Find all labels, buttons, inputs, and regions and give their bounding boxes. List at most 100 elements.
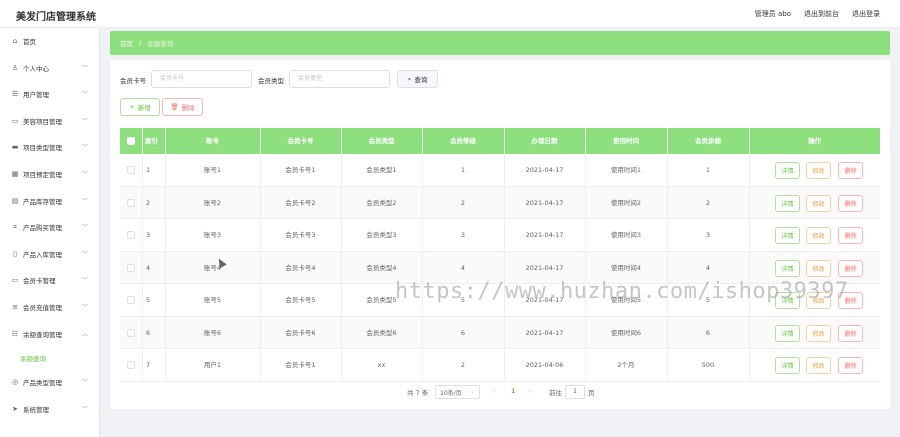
table-cell: 4: [460, 263, 466, 272]
table-row: 3 账号3 会员卡号3 会员类型3 3 2021-04-17 使用时间3 3 详情 修改 删除: [120, 219, 880, 252]
breadcrumb-current: 余额查询: [147, 40, 174, 48]
detail-button[interactable]: 详情: [775, 292, 800, 309]
select-all-checkbox[interactable]: [127, 137, 135, 145]
sidebar-item[interactable]: ▯ 产品入库管理 ﹀: [0, 241, 100, 267]
to-frontend-link[interactable]: 退出到前台: [804, 9, 839, 19]
table-cell: 使用时间5: [610, 296, 642, 304]
table-cell: 会员类型6: [366, 328, 397, 337]
table-row: 1 账号1 会员卡号1 会员类型1 1 2021-04-17 使用时间1 1 详情 修改 删除: [120, 154, 880, 187]
delete-button[interactable]: 删除: [838, 194, 863, 212]
edit-button[interactable]: 修改: [806, 227, 831, 244]
edit-button[interactable]: 修改: [806, 259, 831, 277]
edit-button[interactable]: 修改: [806, 162, 831, 179]
table-cell: 4: [146, 263, 151, 272]
query-button[interactable]: ⌕ 查询: [397, 70, 438, 88]
sidebar-item[interactable]: ⌗ 产品购买管理 ﹀: [0, 214, 100, 240]
chevron-down-icon: ﹀: [81, 171, 88, 178]
sidebar-item[interactable]: ≡ 会员充值管理 ﹀: [0, 294, 100, 320]
chevron-down-icon: ﹀: [81, 277, 88, 285]
detail-button[interactable]: 详情: [775, 227, 800, 244]
delete-button[interactable]: 删除: [838, 227, 863, 244]
sidebar-item-label: 产品购买管理: [23, 224, 62, 233]
current-page[interactable]: 1: [511, 387, 516, 395]
delete-button[interactable]: 删除: [838, 259, 863, 277]
send-icon: ➤: [12, 404, 18, 413]
row-checkbox[interactable]: [127, 198, 135, 207]
detail-button[interactable]: 详情: [775, 324, 800, 342]
table-cell: 使用时间3: [610, 231, 642, 239]
table-cell: 账号1: [203, 166, 222, 174]
table-cell: 7: [146, 361, 151, 369]
add-button[interactable]: + 新增: [120, 98, 160, 116]
row-checkbox[interactable]: [127, 361, 135, 369]
edit-button[interactable]: 修改: [806, 194, 831, 212]
pagination-total: 共 7 条: [407, 389, 429, 397]
detail-button[interactable]: 详情: [775, 194, 800, 212]
sidebar-item[interactable]: ➤ 系统管理 ﹀: [0, 396, 100, 422]
column-header: 会员等级: [450, 137, 476, 145]
row-checkbox[interactable]: [127, 328, 135, 337]
row-checkbox[interactable]: [127, 166, 135, 174]
goto-page-input[interactable]: 1: [565, 385, 585, 399]
table-cell: 2个月: [617, 361, 635, 369]
sidebar-item[interactable]: ☰ 用户管理 ﹀: [0, 81, 100, 107]
edit-button[interactable]: 修改: [806, 357, 831, 374]
home-icon: ⌂: [12, 37, 18, 45]
edit-button[interactable]: 修改: [806, 292, 831, 309]
table-cell: 账号4: [203, 263, 222, 272]
plus-icon: +: [129, 103, 135, 111]
delete-button[interactable]: 删除: [838, 162, 863, 179]
table-cell: 账号3: [203, 231, 222, 239]
sidebar-item[interactable]: ◎ 产品类型管理 ﹀: [0, 369, 100, 395]
breadcrumb-home[interactable]: 首页: [120, 38, 133, 48]
column-header: 会员类型: [368, 137, 395, 145]
table-cell: 2: [146, 198, 151, 207]
table-cell: 6: [705, 328, 711, 337]
sidebar-item[interactable]: ▤ 产品库存管理 ﹀: [0, 188, 100, 214]
column-header: 办理日期: [531, 137, 558, 145]
delete-button[interactable]: 删除: [838, 324, 863, 342]
table-cell: 使用时间6: [610, 328, 642, 337]
top-links: 管理员 abo 退出到前台 退出登录: [755, 9, 880, 19]
table-cell: 会员类型1: [366, 166, 397, 174]
row-checkbox[interactable]: [127, 231, 135, 239]
list-icon: ≡: [12, 303, 18, 311]
detail-button[interactable]: 详情: [775, 357, 800, 374]
next-page-icon[interactable]: ›: [528, 387, 531, 395]
sidebar-item[interactable]: ▭ 美容项目管理 ﹀: [0, 108, 100, 134]
logout-link[interactable]: 退出登录: [852, 9, 880, 19]
sidebar-item[interactable]: ⌂ 首页: [0, 28, 100, 54]
sidebar-subitem-balance-query[interactable]: 余额查询: [0, 347, 100, 369]
detail-button[interactable]: 详情: [775, 259, 800, 277]
sidebar-item[interactable]: ▦ 项目预定管理 ﹀: [0, 161, 100, 187]
edit-button[interactable]: 修改: [806, 324, 831, 342]
sidebar-item[interactable]: ☷ 余额查询管理 ︿: [0, 321, 100, 347]
page-size-select[interactable]: 10条/页 ⌄: [435, 385, 480, 399]
table-cell: 会员卡号1: [285, 361, 316, 369]
table-cell: 2: [705, 198, 711, 207]
trash-icon: 🗑: [170, 103, 179, 111]
column-header: 使用时间: [613, 137, 639, 145]
sidebar-item-label: 会员卡管理: [23, 277, 56, 286]
delete-button[interactable]: 删除: [838, 357, 863, 374]
sidebar-item-label: 会员充值管理: [23, 304, 62, 312]
sidebar-item[interactable]: ▬ 项目类型管理 ﹀: [0, 134, 100, 160]
chevron-down-icon: ﹀: [81, 144, 88, 152]
table-cell: 账号5: [203, 296, 222, 304]
row-checkbox[interactable]: [127, 296, 135, 304]
delete-button[interactable]: 删除: [838, 292, 863, 309]
bulk-delete-button[interactable]: 🗑 删除: [162, 98, 203, 116]
sidebar-item[interactable]: ▭ 会员卡管理 ﹀: [0, 267, 100, 293]
prev-page-icon[interactable]: ‹: [493, 387, 496, 395]
table-cell: 会员类型5: [366, 296, 397, 304]
member-type-input[interactable]: 会员类型: [289, 70, 390, 88]
detail-button[interactable]: 详情: [775, 162, 800, 179]
grid-icon: ▦: [11, 170, 19, 178]
sidebar-item[interactable]: ♙ 个人中心 ﹀: [0, 55, 100, 81]
row-checkbox[interactable]: [127, 263, 135, 272]
column-divider: [341, 128, 342, 381]
chevron-down-icon: ﹀: [81, 224, 88, 232]
card-number-input[interactable]: 会员卡号: [151, 70, 252, 88]
table-cell: 1: [146, 166, 151, 174]
chart-icon: ☷: [11, 329, 19, 338]
